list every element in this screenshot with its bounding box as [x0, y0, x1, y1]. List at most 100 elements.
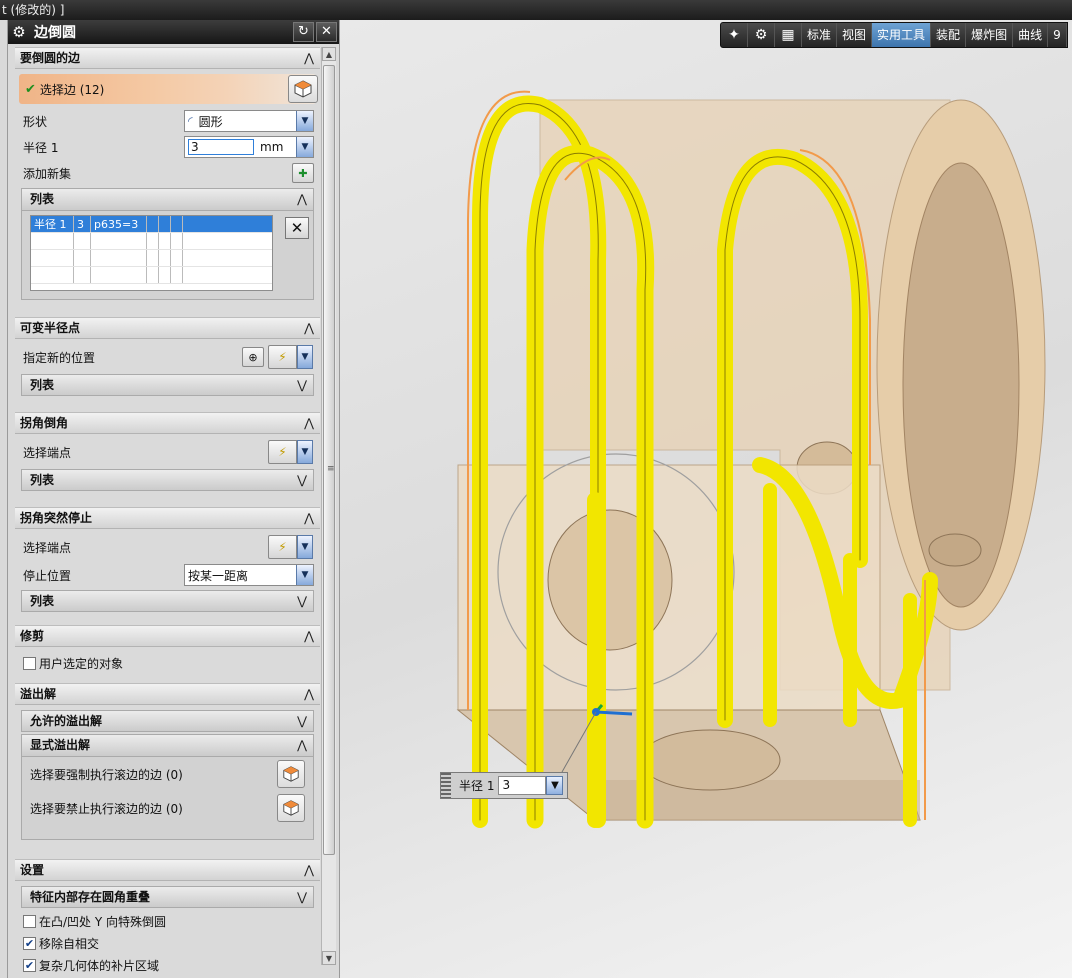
point-dialog-icon[interactable]: ⚡	[268, 440, 297, 464]
user-selected-row[interactable]: 用户选定的对象	[19, 650, 316, 676]
shape-value: 圆形	[198, 114, 223, 129]
chevron-down-icon[interactable]: ▼	[296, 111, 313, 131]
chevron-up-icon[interactable]: ⋀	[304, 318, 314, 339]
radius-input[interactable]: 3	[188, 139, 254, 155]
delete-icon[interactable]: ✕	[285, 217, 309, 239]
list-header[interactable]: 列表 ⋁	[21, 590, 314, 612]
new-location-row: 指定新的位置 ⊕ ⚡ ▼	[19, 342, 316, 372]
section-header-overflow[interactable]: 溢出解 ⋀	[15, 683, 320, 705]
option-row[interactable]: 在凸/凹处 Y 向特殊倒圆	[19, 910, 316, 932]
settings-gear-icon[interactable]: ⚙	[748, 23, 775, 47]
option-row[interactable]: ✔ 移除自相交	[19, 932, 316, 954]
list-title: 列表	[30, 594, 55, 608]
radius-menu-icon[interactable]: ▼	[296, 137, 313, 157]
reset-icon[interactable]: ↻	[293, 22, 314, 42]
section-body-corner-setback: 选择端点 ⚡ ▼ 列表 ⋁	[15, 434, 320, 507]
chevron-down-icon[interactable]: ▼	[297, 535, 313, 559]
drag-handle[interactable]	[441, 773, 451, 798]
point-dialog-button[interactable]: ⚡ ▼	[268, 345, 314, 369]
list-cell: p635=3	[91, 216, 147, 232]
dialog-scrollbar[interactable]: ▲ ≡ ▼	[321, 47, 336, 965]
list-row[interactable]: 半径 1 3 p635=3	[31, 216, 272, 233]
scroll-up-icon[interactable]: ▲	[322, 47, 336, 61]
overlap-label: 特征内部存在圆角重叠	[30, 890, 151, 904]
radius-input-group[interactable]: 3 mm ▼	[184, 136, 314, 158]
chevron-down-icon[interactable]: ▼	[296, 565, 313, 585]
list-header[interactable]: 列表 ⋀	[22, 189, 313, 211]
chevron-up-icon[interactable]: ⋀	[304, 860, 314, 881]
floating-radius-dropdown[interactable]: ▼	[546, 776, 564, 795]
user-selected-checkbox[interactable]	[23, 656, 36, 670]
gear-icon[interactable]: ⚙	[8, 23, 30, 41]
chevron-up-icon[interactable]: ⋀	[297, 735, 307, 755]
list-header[interactable]: 列表 ⋁	[21, 374, 314, 396]
section-header-trim[interactable]: 修剪 ⋀	[15, 625, 320, 647]
toolbar-tab-curve[interactable]: 曲线	[1013, 23, 1049, 47]
chevron-up-icon[interactable]: ⋀	[304, 48, 314, 69]
chevron-up-icon[interactable]: ⋀	[304, 508, 314, 529]
floating-radius-field[interactable]: 3	[498, 776, 547, 795]
section-header-settings[interactable]: 设置 ⋀	[15, 859, 320, 881]
chevron-down-icon[interactable]: ⋁	[297, 711, 307, 731]
chevron-down-icon[interactable]: ⋁	[297, 375, 307, 395]
toolbar-tab-view[interactable]: 视图	[837, 23, 873, 47]
graphics-viewport[interactable]: 半径 1 3 ▼ ✦ ⚙ ▦ 标准 视图 实用工具 装配 爆炸图 曲线 9	[340, 20, 1072, 978]
section-header-corner-stop[interactable]: 拐角突然停止 ⋀	[15, 507, 320, 529]
list-row[interactable]	[31, 267, 272, 284]
add-set-icon[interactable]: ✚	[292, 163, 314, 183]
chevron-down-icon[interactable]: ⋁	[297, 887, 307, 907]
chevron-up-icon[interactable]: ⋀	[297, 189, 307, 209]
scroll-down-icon[interactable]: ▼	[322, 951, 336, 965]
chevron-up-icon[interactable]: ⋀	[304, 626, 314, 647]
chevron-up-icon[interactable]: ⋀	[304, 684, 314, 705]
shape-dropdown[interactable]: ◜ 圆形 ▼	[184, 110, 314, 132]
select-edge-row[interactable]: ✔ 选择边 (12)	[19, 74, 318, 104]
toolbar-tab-assembly[interactable]: 装配	[931, 23, 967, 47]
toolbar-tab-exploded[interactable]: 爆炸图	[966, 23, 1014, 47]
add-set-label: 添加新集	[23, 166, 72, 181]
explicit-overflow-header[interactable]: 显式溢出解 ⋀	[22, 735, 313, 757]
cube-select-icon[interactable]	[277, 794, 305, 822]
chevron-down-icon[interactable]: ▼	[297, 345, 313, 369]
model-3d-view[interactable]	[340, 20, 1072, 978]
window-title: t (修改的) ]	[2, 3, 65, 17]
floating-radius-input[interactable]: 半径 1 3 ▼	[440, 772, 568, 799]
toolbar-tab-standard[interactable]: 标准	[802, 23, 838, 47]
list-box: 列表 ⋀ 半径 1 3 p635=3 ✕	[21, 188, 314, 300]
toolbar-tab-more[interactable]: 9	[1048, 23, 1067, 47]
point-dialog-button[interactable]: ⚡ ▼	[268, 440, 314, 464]
chevron-down-icon[interactable]: ▼	[297, 440, 313, 464]
palette-icon[interactable]: ✦	[721, 23, 748, 47]
radius-list[interactable]: 半径 1 3 p635=3	[30, 215, 273, 291]
overlap-header[interactable]: 特征内部存在圆角重叠 ⋁	[21, 886, 314, 908]
window-title-bar: t (修改的) ]	[0, 0, 1072, 20]
section-header-variable-radius[interactable]: 可变半径点 ⋀	[15, 317, 320, 339]
option-checkbox[interactable]: ✔	[23, 958, 36, 972]
chevron-down-icon[interactable]: ⋁	[297, 470, 307, 490]
point-dialog-button[interactable]: ⚡ ▼	[268, 535, 314, 559]
close-icon[interactable]: ✕	[316, 22, 337, 42]
scroll-thumb[interactable]: ≡	[323, 65, 335, 855]
option-row[interactable]: ✔ 复杂几何体的补片区域	[19, 954, 316, 976]
option-checkbox[interactable]	[23, 914, 36, 928]
explicit-overflow-box: 显式溢出解 ⋀ 选择要强制执行滚边的边 (0) 选择要禁止执行滚边的边 (0)	[21, 734, 314, 840]
point-add-icon[interactable]: ⊕	[242, 347, 264, 367]
section-header-edges[interactable]: 要倒圆的边 ⋀	[15, 47, 320, 69]
stop-position-dropdown[interactable]: 按某一距离 ▼	[184, 564, 314, 586]
section-body-corner-stop: 选择端点 ⚡ ▼ 停止位置 按某一距离 ▼ 列表 ⋁	[15, 529, 320, 625]
toolbar-tab-utilities[interactable]: 实用工具	[872, 23, 932, 47]
grid-icon[interactable]: ▦	[775, 23, 802, 47]
cube-select-icon[interactable]	[277, 760, 305, 788]
list-header[interactable]: 列表 ⋁	[21, 469, 314, 491]
list-row[interactable]	[31, 250, 272, 267]
option-checkbox[interactable]: ✔	[23, 936, 36, 950]
section-header-corner-setback[interactable]: 拐角倒角 ⋀	[15, 412, 320, 434]
allowed-overflow-header[interactable]: 允许的溢出解 ⋁	[21, 710, 314, 732]
point-dialog-icon[interactable]: ⚡	[268, 535, 297, 559]
chevron-down-icon[interactable]: ⋁	[297, 591, 307, 611]
shape-arc-icon: ◜	[188, 114, 193, 128]
chevron-up-icon[interactable]: ⋀	[304, 413, 314, 434]
list-row[interactable]	[31, 233, 272, 250]
cube-select-icon[interactable]	[288, 75, 318, 103]
point-dialog-icon[interactable]: ⚡	[268, 345, 297, 369]
